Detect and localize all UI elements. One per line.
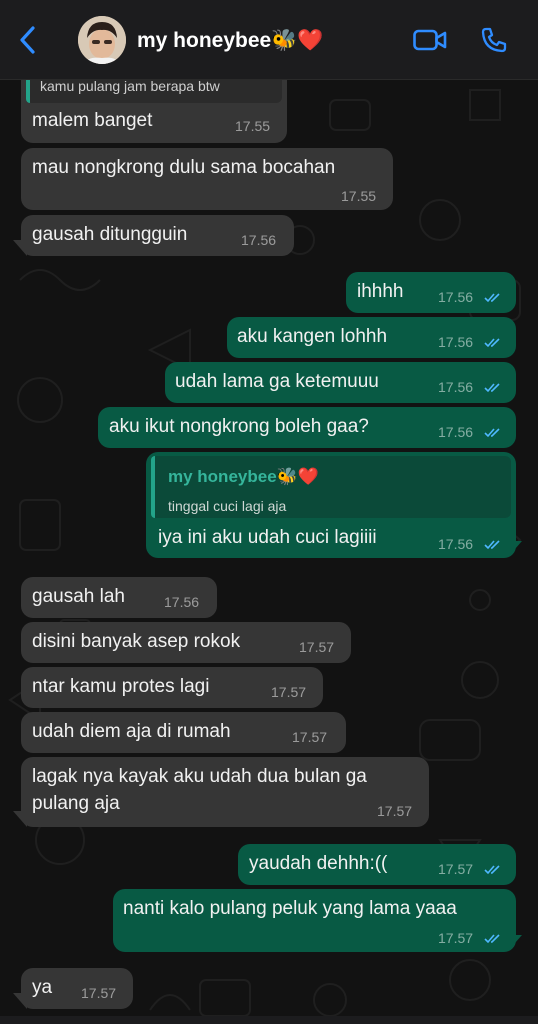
message-text: udah diem aja di rumah (32, 721, 231, 742)
message-text: iya ini aku udah cuci lagiiii (158, 527, 377, 548)
quote-accent-bar (151, 456, 155, 518)
read-receipt-icon (484, 934, 500, 944)
bubble-tail (13, 811, 27, 827)
incoming-message-bubble[interactable]: disini banyak asep rokok 17.57 (21, 622, 351, 663)
message-text-line-1: lagak nya kayak aku udah dua bulan ga (32, 766, 367, 787)
message-text: ihhhh (357, 281, 404, 302)
message-text: udah lama ga ketemuuu (175, 371, 379, 392)
message-text: aku ikut nongkrong boleh gaa? (109, 416, 369, 437)
bubble-tail (508, 541, 522, 557)
message-time: 17.57 (377, 803, 413, 819)
outgoing-message-bubble[interactable]: aku kangen lohhh 17.56 (227, 317, 516, 358)
read-receipt-icon (484, 540, 500, 550)
contact-avatar[interactable] (78, 16, 126, 64)
quote-accent-bar (26, 80, 30, 103)
read-receipt-icon (484, 428, 500, 438)
message-text: aku kangen lohhh (237, 326, 388, 347)
message-text: malem banget (32, 110, 153, 131)
bubble-tail (13, 240, 27, 256)
outgoing-message-bubble[interactable]: ihhhh 17.56 (346, 272, 516, 313)
incoming-message-bubble[interactable]: udah diem aja di rumah 17.57 (21, 712, 346, 753)
outgoing-message-bubble[interactable]: my honeybee🐝❤️ tinggal cuci lagi aja iya… (146, 452, 516, 558)
message-text: nanti kalo pulang peluk yang lama yaaa (123, 898, 457, 919)
read-receipt-icon (484, 865, 500, 875)
quoted-sender-name: my honeybee🐝❤️ (168, 467, 319, 486)
message-time: 17.57 (81, 985, 117, 1001)
message-time: 17.56 (438, 379, 474, 395)
video-call-icon[interactable] (412, 24, 448, 56)
message-time: 17.57 (299, 639, 335, 655)
message-text: ya (32, 977, 53, 998)
message-time: 17.57 (292, 729, 328, 745)
message-text: ntar kamu protes lagi (32, 676, 210, 697)
message-time: 17.57 (271, 684, 307, 700)
outgoing-message-bubble[interactable]: aku ikut nongkrong boleh gaa? 17.56 (98, 407, 516, 448)
quoted-message-text: kamu pulang jam berapa btw (40, 80, 220, 94)
incoming-message-bubble[interactable]: gausah ditungguin 17.56 (21, 215, 294, 256)
phone-call-icon[interactable] (476, 24, 512, 56)
incoming-message-bubble[interactable]: ntar kamu protes lagi 17.57 (21, 667, 323, 708)
back-chevron-icon[interactable] (12, 24, 42, 56)
quoted-message[interactable]: kamu pulang jam berapa btw (26, 80, 282, 103)
message-time: 17.56 (438, 334, 474, 350)
incoming-message-bubble[interactable]: mau nongkrong dulu sama bocahan 17.55 (21, 148, 393, 210)
quoted-message-text: tinggal cuci lagi aja (168, 498, 287, 514)
incoming-message-bubble[interactable]: kamu pulang jam berapa btw malem banget … (21, 80, 287, 143)
bubble-tail (508, 935, 522, 951)
quoted-message[interactable]: my honeybee🐝❤️ tinggal cuci lagi aja (151, 456, 511, 518)
outgoing-message-bubble[interactable]: yaudah dehhh:(( 17.57 (238, 844, 516, 885)
message-time: 17.57 (438, 930, 474, 946)
message-time: 17.55 (235, 118, 271, 134)
outgoing-message-bubble[interactable]: nanti kalo pulang peluk yang lama yaaa 1… (113, 889, 516, 952)
read-receipt-icon (484, 383, 500, 393)
chat-area[interactable]: kamu pulang jam berapa btw malem banget … (0, 80, 538, 1024)
message-time: 17.56 (164, 594, 200, 610)
message-text: gausah lah (32, 586, 125, 607)
message-time: 17.56 (241, 232, 277, 248)
chat-header: my honeybee🐝❤️ (0, 0, 538, 80)
message-text: yaudah dehhh:(( (249, 853, 388, 874)
message-time: 17.55 (341, 188, 377, 204)
message-time: 17.57 (438, 861, 474, 877)
message-time: 17.56 (438, 289, 474, 305)
read-receipt-icon (484, 293, 500, 303)
incoming-message-bubble[interactable]: gausah lah 17.56 (21, 577, 217, 618)
incoming-message-bubble[interactable]: lagak nya kayak aku udah dua bulan ga pu… (21, 757, 429, 827)
message-text-line-2: pulang aja (32, 793, 120, 814)
incoming-message-bubble[interactable]: ya 17.57 (21, 968, 133, 1009)
message-time: 17.56 (438, 424, 474, 440)
message-time: 17.56 (438, 536, 474, 552)
bubble-tail (13, 993, 27, 1009)
outgoing-message-bubble[interactable]: udah lama ga ketemuuu 17.56 (165, 362, 516, 403)
contact-name[interactable]: my honeybee🐝❤️ (137, 28, 324, 54)
input-bar-edge (0, 1016, 538, 1024)
message-text: disini banyak asep rokok (32, 631, 241, 652)
read-receipt-icon (484, 338, 500, 348)
message-text: mau nongkrong dulu sama bocahan (32, 157, 336, 178)
message-text: gausah ditungguin (32, 224, 188, 245)
